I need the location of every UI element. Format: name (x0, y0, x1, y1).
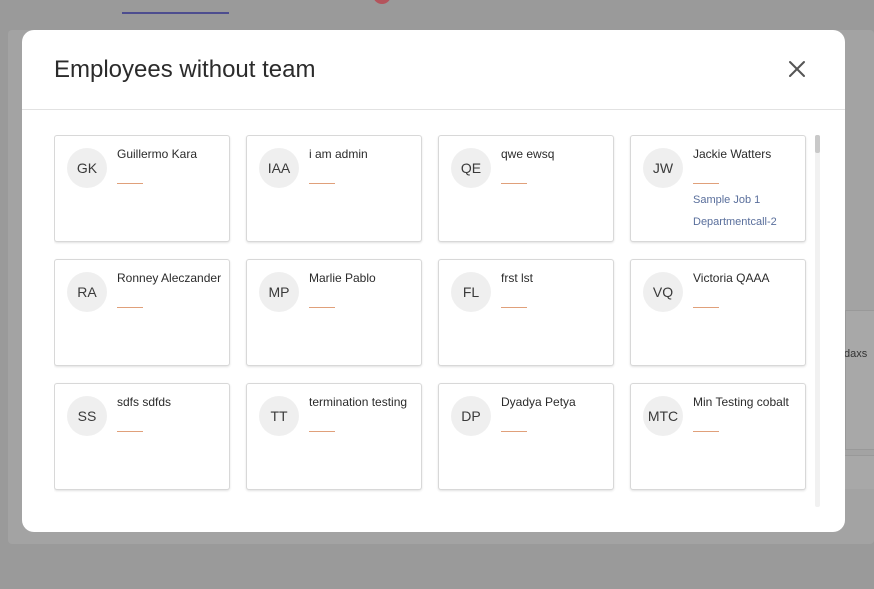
employee-card[interactable]: MP Marlie Pablo (246, 259, 422, 366)
employee-grid: GK Guillermo Kara IAA i am admin QE qwe … (54, 135, 814, 510)
employee-card[interactable]: TT termination testing (246, 383, 422, 490)
employee-department: Departmentcall-2 (693, 216, 777, 228)
employee-card[interactable]: VQ Victoria QAAA (630, 259, 806, 366)
employee-name: Victoria QAAA (693, 271, 770, 285)
accent-divider (117, 307, 143, 308)
background-notification-badge (373, 0, 391, 4)
accent-divider (501, 431, 527, 432)
employee-name: Marlie Pablo (309, 271, 376, 285)
avatar: VQ (643, 272, 683, 312)
employee-name: frst lst (501, 271, 533, 285)
employee-card[interactable]: MTC Min Testing cobalt (630, 383, 806, 490)
avatar: QE (451, 148, 491, 188)
modal-title: Employees without team (54, 56, 316, 83)
employee-name: sdfs sdfds (117, 395, 172, 409)
accent-divider (501, 183, 527, 184)
avatar: JW (643, 148, 683, 188)
avatar: RA (67, 272, 107, 312)
employee-name: Ronney Aleczander (117, 271, 222, 285)
background-panel-text: daxs (845, 348, 868, 360)
accent-divider (501, 307, 527, 308)
accent-divider (309, 307, 335, 308)
employee-card[interactable]: DP Dyadya Petya (438, 383, 614, 490)
avatar: MTC (643, 396, 683, 436)
modal-header: Employees without team (22, 30, 845, 110)
employee-name: i am admin (309, 147, 368, 161)
vertical-scrollbar[interactable] (815, 135, 820, 507)
close-button[interactable] (786, 58, 808, 80)
background-side-panel-footer (845, 455, 874, 489)
avatar: DP (451, 396, 491, 436)
employees-without-team-modal: Employees without team GK Guillermo Kara… (22, 30, 845, 532)
employee-name: qwe ewsq (501, 147, 555, 161)
accent-divider (309, 431, 335, 432)
accent-divider (117, 183, 143, 184)
accent-divider (117, 431, 143, 432)
avatar: GK (67, 148, 107, 188)
employee-card[interactable]: SS sdfs sdfds (54, 383, 230, 490)
accent-divider (693, 307, 719, 308)
accent-divider (693, 183, 719, 184)
employee-card[interactable]: IAA i am admin (246, 135, 422, 242)
employee-card[interactable]: RA Ronney Aleczander (54, 259, 230, 366)
employee-name: termination testing (309, 395, 408, 409)
accent-divider (309, 183, 335, 184)
employee-name: Guillermo Kara (117, 147, 198, 161)
accent-divider (693, 431, 719, 432)
avatar: IAA (259, 148, 299, 188)
background-tab-underline (122, 12, 229, 14)
employee-job: Sample Job 1 (693, 194, 761, 206)
employee-name: Dyadya Petya (501, 395, 576, 409)
background-side-panel (845, 310, 874, 450)
employee-card[interactable]: GK Guillermo Kara (54, 135, 230, 242)
employee-name: Jackie Watters (693, 147, 772, 161)
avatar: FL (451, 272, 491, 312)
employee-name: Min Testing cobalt (693, 395, 789, 409)
avatar: TT (259, 396, 299, 436)
avatar: SS (67, 396, 107, 436)
avatar: MP (259, 272, 299, 312)
scrollbar-thumb[interactable] (815, 135, 820, 153)
close-icon (789, 61, 805, 77)
employee-card[interactable]: QE qwe ewsq (438, 135, 614, 242)
employee-card[interactable]: JW Jackie Watters Sample Job 1 Departmen… (630, 135, 806, 242)
employee-card[interactable]: FL frst lst (438, 259, 614, 366)
